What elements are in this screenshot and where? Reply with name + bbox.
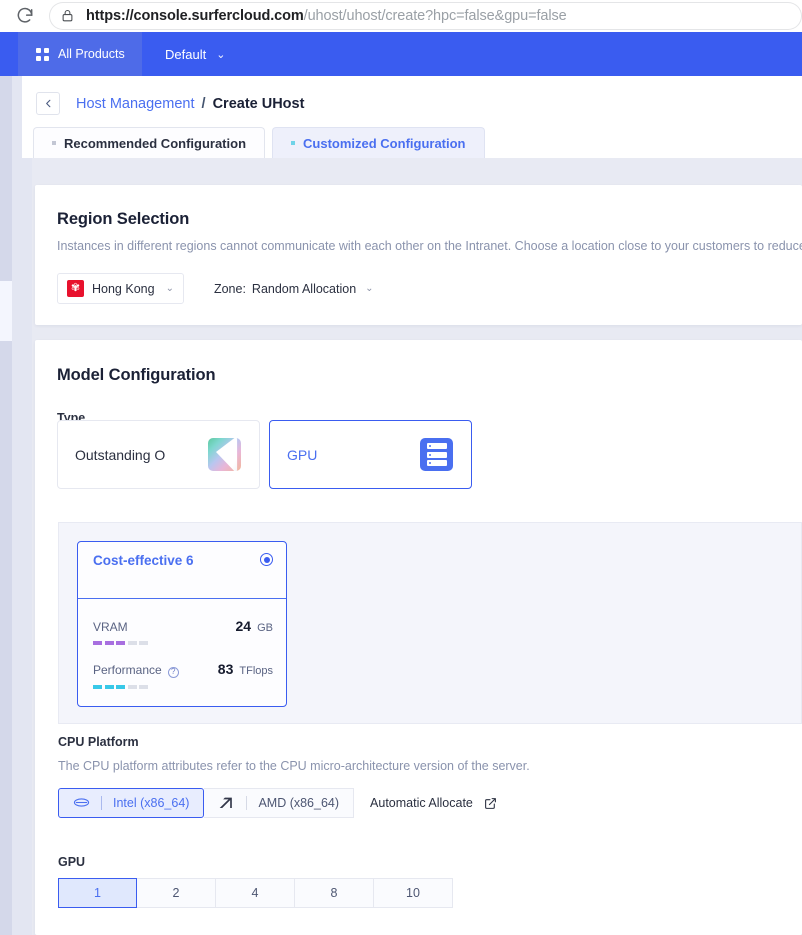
- zone-value: Random Allocation: [251, 281, 357, 296]
- model-configuration-card: Model Configuration Type Outstanding O G…: [35, 340, 802, 935]
- cpu-platform-option-amd[interactable]: AMD (x86_64): [204, 788, 355, 818]
- gpu-count-option-4[interactable]: 4: [216, 878, 295, 908]
- back-button[interactable]: [36, 92, 60, 115]
- tab-bullet-icon: [291, 141, 296, 145]
- region-select[interactable]: ✾ Hong Kong ⌄: [57, 273, 184, 304]
- external-link-icon: [484, 797, 497, 810]
- chevron-down-icon: ⌄: [216, 48, 226, 61]
- all-products-label: All Products: [58, 47, 125, 61]
- type-option-outstanding-o-label: Outstanding O: [75, 446, 166, 463]
- breadcrumb: Host Management / Create UHost: [36, 92, 304, 115]
- radio-selected-icon[interactable]: [260, 553, 273, 566]
- cpu-platform-option-intel[interactable]: Intel (x86_64): [58, 788, 205, 818]
- spec-performance-label: Performance: [93, 663, 162, 677]
- cpu-platform-option-intel-label: Intel (x86_64): [113, 796, 190, 810]
- spec-performance-level-bars: [93, 684, 286, 689]
- gpu-count-option-8[interactable]: 8: [295, 878, 374, 908]
- spec-vram: VRAM 24 GB: [93, 618, 286, 645]
- spec-vram-value: 24: [235, 618, 252, 634]
- breadcrumb-separator: /: [201, 95, 206, 112]
- segment-divider: [246, 796, 248, 810]
- sidebar-rail[interactable]: [0, 76, 12, 935]
- question-mark-icon[interactable]: ?: [167, 666, 179, 678]
- gpu-count-option-1[interactable]: 1: [58, 878, 137, 908]
- spec-performance: Performance ? 83 TFlops: [93, 661, 286, 689]
- lock-icon: [60, 8, 75, 24]
- tab-customized-configuration[interactable]: Customized Configuration: [272, 127, 485, 158]
- grid-icon: [36, 47, 49, 61]
- breadcrumb-parent-link[interactable]: Host Management: [76, 96, 194, 112]
- type-options: Outstanding O GPU: [57, 420, 472, 489]
- gpu-model-name: Cost-effective 6: [93, 553, 194, 568]
- url-text: https://console.surfercloud.com/uhost/uh…: [86, 8, 567, 24]
- url-host: https://console.surfercloud.com: [86, 8, 304, 24]
- region-selection-card: Region Selection Instances in different …: [35, 185, 802, 325]
- spec-performance-unit: TFlops: [239, 665, 273, 677]
- automatic-allocate-link[interactable]: Automatic Allocate: [370, 796, 497, 810]
- hong-kong-flag-icon: ✾: [67, 280, 84, 297]
- gpu-model-card-header: Cost-effective 6: [78, 542, 286, 599]
- region-section-description: Instances in different regions cannot co…: [57, 239, 802, 253]
- gpu-model-list-panel: Cost-effective 6 VRAM 24 GB Performance …: [58, 522, 802, 724]
- gpu-model-card-cost-effective-6[interactable]: Cost-effective 6 VRAM 24 GB Performance …: [77, 541, 287, 707]
- sidebar-rail-active-marker: [0, 281, 12, 341]
- type-option-outstanding-o[interactable]: Outstanding O: [57, 420, 260, 489]
- chevron-left-icon: [45, 99, 50, 108]
- address-bar[interactable]: https://console.surfercloud.com/uhost/uh…: [49, 2, 802, 30]
- console-top-nav: All Products Default ⌄: [0, 32, 802, 76]
- gpu-count-options: 1 2 4 8 10: [58, 878, 453, 908]
- region-section-title: Region Selection: [57, 210, 190, 228]
- project-label: Default: [165, 46, 207, 62]
- cpu-platform-options: Intel (x86_64) AMD (x86_64) Automatic Al…: [58, 788, 497, 818]
- spec-vram-label: VRAM: [93, 620, 128, 634]
- amd-logo-icon: [218, 796, 235, 810]
- tab-recommended-configuration-label: Recommended Configuration: [64, 135, 247, 151]
- zone-select[interactable]: Zone: Random Allocation ⌄: [214, 282, 374, 296]
- spec-vram-unit: GB: [257, 622, 273, 634]
- cpu-platform-description: The CPU platform attributes refer to the…: [58, 759, 530, 773]
- url-path: /uhost/uhost/create?hpc=false&gpu=false: [303, 8, 567, 24]
- project-selector[interactable]: Default ⌄: [143, 32, 241, 76]
- config-mode-tabs: Recommended Configuration Customized Con…: [33, 127, 485, 158]
- gradient-cube-icon: [208, 438, 241, 471]
- tab-bullet-icon: [52, 141, 56, 145]
- spec-performance-value: 83: [217, 661, 234, 677]
- left-gutter: [12, 76, 32, 935]
- spec-vram-level-bars: [93, 641, 286, 645]
- browser-toolbar: https://console.surfercloud.com/uhost/uh…: [0, 0, 802, 32]
- tab-customized-configuration-label: Customized Configuration: [303, 135, 466, 151]
- automatic-allocate-label: Automatic Allocate: [370, 796, 473, 810]
- intel-logo-icon: [73, 796, 90, 810]
- all-products-button[interactable]: All Products: [18, 32, 142, 76]
- gpu-count-option-2[interactable]: 2: [137, 878, 216, 908]
- cpu-platform-label: CPU Platform: [58, 735, 139, 749]
- reload-icon[interactable]: [10, 1, 40, 31]
- zone-label: Zone:: [213, 281, 246, 296]
- model-section-title: Model Configuration: [57, 366, 216, 384]
- page-title: Create UHost: [212, 95, 305, 112]
- tab-recommended-configuration[interactable]: Recommended Configuration: [33, 127, 266, 158]
- type-option-gpu[interactable]: GPU: [269, 420, 472, 489]
- gpu-count-option-10[interactable]: 10: [374, 878, 453, 908]
- chevron-down-icon: ⌄: [365, 283, 374, 294]
- cpu-platform-option-amd-label: AMD (x86_64): [258, 796, 340, 810]
- gpu-count-label: GPU: [58, 855, 86, 869]
- gpu-model-card-specs: VRAM 24 GB Performance ? 83 TFlops: [78, 599, 286, 689]
- segment-divider: [101, 796, 102, 810]
- chevron-down-icon: ⌄: [165, 283, 174, 294]
- server-rack-icon: [420, 438, 453, 471]
- region-select-value: Hong Kong: [92, 281, 155, 296]
- type-option-gpu-label: GPU: [287, 446, 318, 463]
